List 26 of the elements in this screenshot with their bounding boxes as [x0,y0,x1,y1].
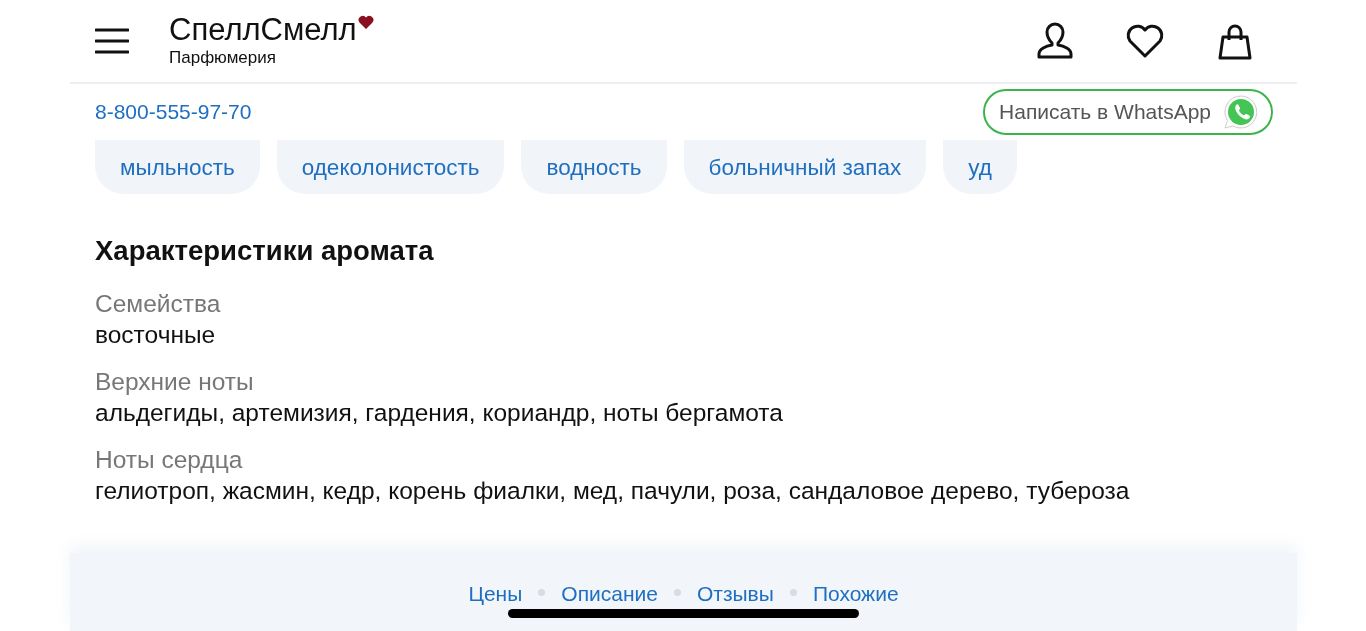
section-heading: Характеристики аромата [95,235,435,267]
separator-dot [673,588,681,596]
logo-subtitle: Парфюмерия [169,47,277,69]
separator-dot [789,588,797,596]
nav-link[interactable]: Цены [468,578,523,606]
field-value: восточные [95,320,217,350]
tag-chip[interactable]: больничный запах [683,140,927,194]
whatsapp-icon [1223,94,1259,130]
tag-chip[interactable]: уд [943,140,1017,194]
menu-icon[interactable] [95,28,129,54]
field-label: Ноты сердца [95,445,244,475]
nav-link[interactable]: Описание [561,578,658,606]
tag-chip[interactable]: водность [521,140,667,194]
field-label: Семейства [95,289,222,319]
tag-chip[interactable]: мыльность [95,140,260,194]
field-value: альдегиды, артемизия, гардения, кориандр, ноты бергамота [95,398,784,428]
field-label: Верхние ноты [95,367,255,397]
whatsapp-button[interactable]: Написать в WhatsApp [983,89,1273,135]
heart-icon [357,15,374,29]
phone-link[interactable]: 8-800-555-97-70 [95,100,252,124]
logo-text[interactable]: СпеллСмелл [169,13,357,47]
separator-dot [538,588,546,596]
nav-link[interactable]: Похожие [812,578,899,606]
tag-chip[interactable]: одеколонистость [276,140,505,194]
field-value: гелиотроп, жасмин, кедр, корень фиалки, мед, пачули, роза, сандаловое дерево, тубероза [95,476,1131,506]
nav-link[interactable]: Отзывы [696,578,774,606]
